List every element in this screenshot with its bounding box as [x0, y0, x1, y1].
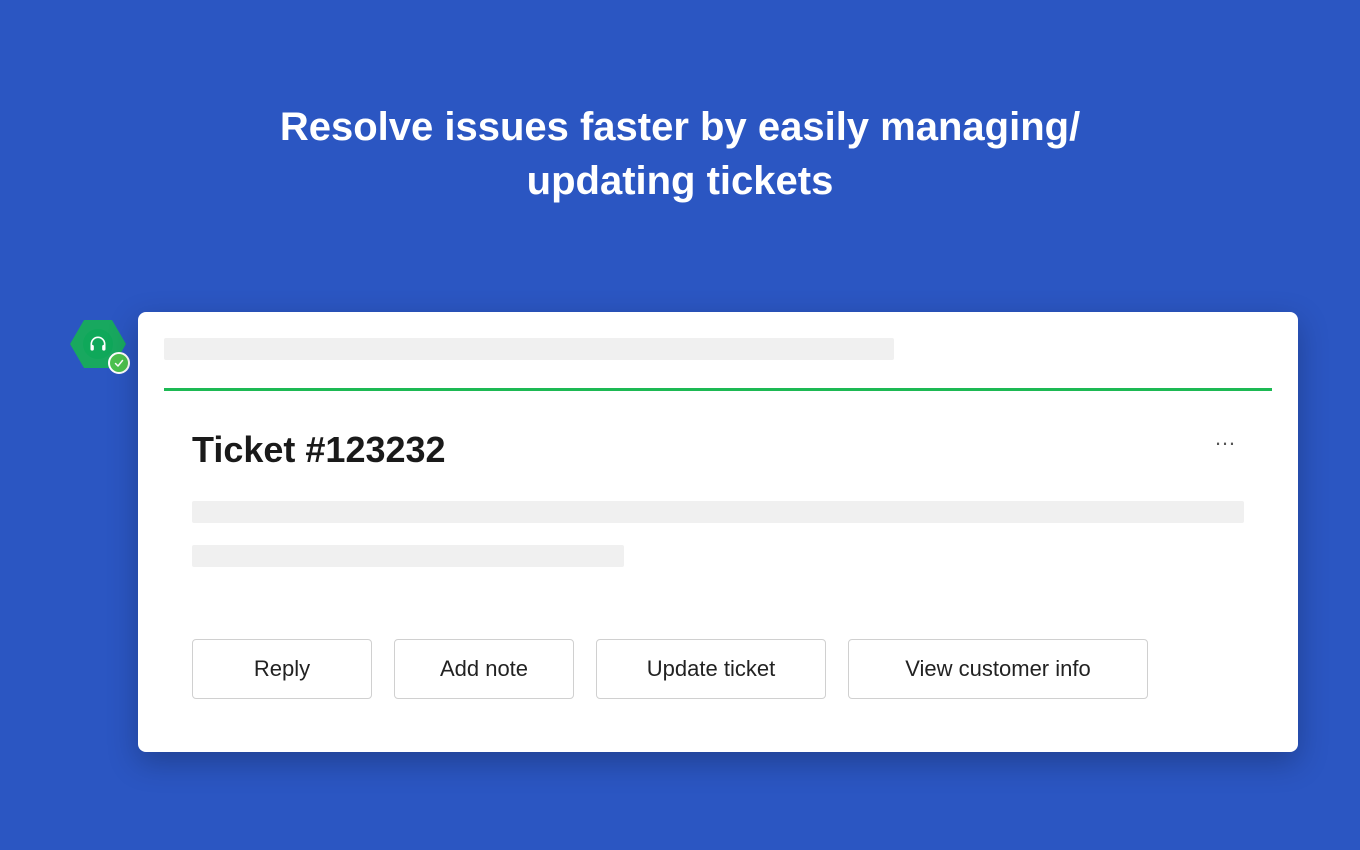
update-ticket-button[interactable]: Update ticket — [596, 639, 826, 699]
content-placeholder-line — [192, 501, 1244, 523]
add-note-button[interactable]: Add note — [394, 639, 574, 699]
more-options-button[interactable]: … — [1208, 423, 1244, 453]
content-placeholder-line — [192, 545, 624, 567]
reply-button[interactable]: Reply — [192, 639, 372, 699]
headset-icon — [83, 329, 113, 359]
ticket-card: Ticket #123232 … Reply Add note Update t… — [138, 312, 1298, 752]
hero-title: Resolve issues faster by easily managing… — [230, 0, 1130, 208]
view-customer-info-button[interactable]: View customer info — [848, 639, 1148, 699]
app-badge — [70, 316, 126, 372]
ticket-title: Ticket #123232 — [192, 429, 446, 471]
ticket-actions: Reply Add note Update ticket View custom… — [192, 639, 1244, 699]
header-placeholder — [164, 338, 894, 360]
verified-check-icon — [108, 352, 130, 374]
